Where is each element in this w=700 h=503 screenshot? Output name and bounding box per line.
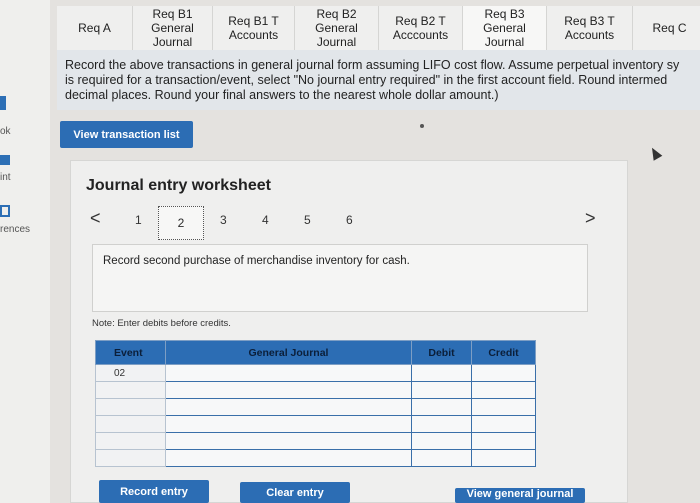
account-select[interactable] [165,364,412,382]
page-5[interactable]: 5 [304,213,311,227]
debit-input[interactable] [411,364,472,382]
debit-input[interactable] [411,381,472,399]
credit-input[interactable] [471,432,536,450]
sidebar: ok int rences [0,0,50,503]
debit-input[interactable] [411,449,472,467]
debit-input[interactable] [411,432,472,450]
tab-req-a[interactable]: Req A [57,6,133,50]
debit-input[interactable] [411,415,472,433]
column-header-general-journal: General Journal [165,340,412,365]
references-icon[interactable] [0,205,10,217]
page-2-active[interactable]: 2 [158,206,204,240]
column-header-event: Event [95,340,166,365]
column-header-debit: Debit [411,340,472,365]
event-cell [95,449,166,467]
page-6[interactable]: 6 [346,213,353,227]
table-row [95,381,536,399]
event-cell [95,415,166,433]
mouse-cursor-icon [647,145,663,161]
column-header-credit: Credit [471,340,536,365]
journal-table: Event General Journal Debit Credit 02 [95,340,536,467]
event-cell [95,398,166,416]
view-general-journal-button[interactable]: View general journal [455,488,585,503]
credit-input[interactable] [471,364,536,382]
stray-dot [420,124,424,128]
page-1[interactable]: 1 [135,213,142,227]
table-row [95,432,536,450]
tab-req-c[interactable]: Req C [633,6,700,50]
event-cell: 02 [95,364,166,382]
credit-input[interactable] [471,449,536,467]
transaction-description: Record second purchase of merchandise in… [92,244,588,312]
print-icon[interactable] [0,155,10,165]
page-3[interactable]: 3 [220,213,227,227]
requirement-tabs: Req A Req B1 General Journal Req B1 T Ac… [57,6,700,50]
page-4[interactable]: 4 [262,213,269,227]
account-select[interactable] [165,398,412,416]
table-row [95,415,536,433]
chevron-right-icon[interactable]: > [585,208,596,229]
credit-input[interactable] [471,381,536,399]
instructions-text: Record the above transactions in general… [57,50,700,110]
credit-input[interactable] [471,415,536,433]
event-cell [95,432,166,450]
book-icon[interactable] [0,96,6,110]
sidebar-item-ebook[interactable]: ok [0,126,50,137]
tab-req-b2-general-journal[interactable]: Req B2 General Journal [295,6,379,50]
sidebar-item-references[interactable]: rences [0,224,50,235]
account-select[interactable] [165,432,412,450]
table-row: 02 [95,364,536,382]
tab-req-b1-general-journal[interactable]: Req B1 General Journal [133,6,213,50]
account-select[interactable] [165,381,412,399]
record-entry-button[interactable]: Record entry [99,480,209,503]
tab-req-b1-t-accounts[interactable]: Req B1 T Accounts [213,6,295,50]
view-transaction-list-button[interactable]: View transaction list [60,121,193,148]
credit-input[interactable] [471,398,536,416]
debit-input[interactable] [411,398,472,416]
sidebar-item-print[interactable]: int [0,172,50,183]
debits-before-credits-note: Note: Enter debits before credits. [92,318,231,329]
worksheet-title: Journal entry worksheet [86,177,271,194]
account-select[interactable] [165,449,412,467]
tab-req-b3-general-journal[interactable]: Req B3 General Journal [463,6,547,50]
clear-entry-button[interactable]: Clear entry [240,482,350,503]
table-row [95,449,536,467]
account-select[interactable] [165,415,412,433]
tab-req-b3-t-accounts[interactable]: Req B3 T Accounts [547,6,633,50]
chevron-left-icon[interactable]: < [90,208,101,229]
table-row [95,398,536,416]
tab-req-b2-t-accounts[interactable]: Req B2 T Acccounts [379,6,463,50]
event-cell [95,381,166,399]
transaction-description-text: Record second purchase of merchandise in… [103,255,410,267]
